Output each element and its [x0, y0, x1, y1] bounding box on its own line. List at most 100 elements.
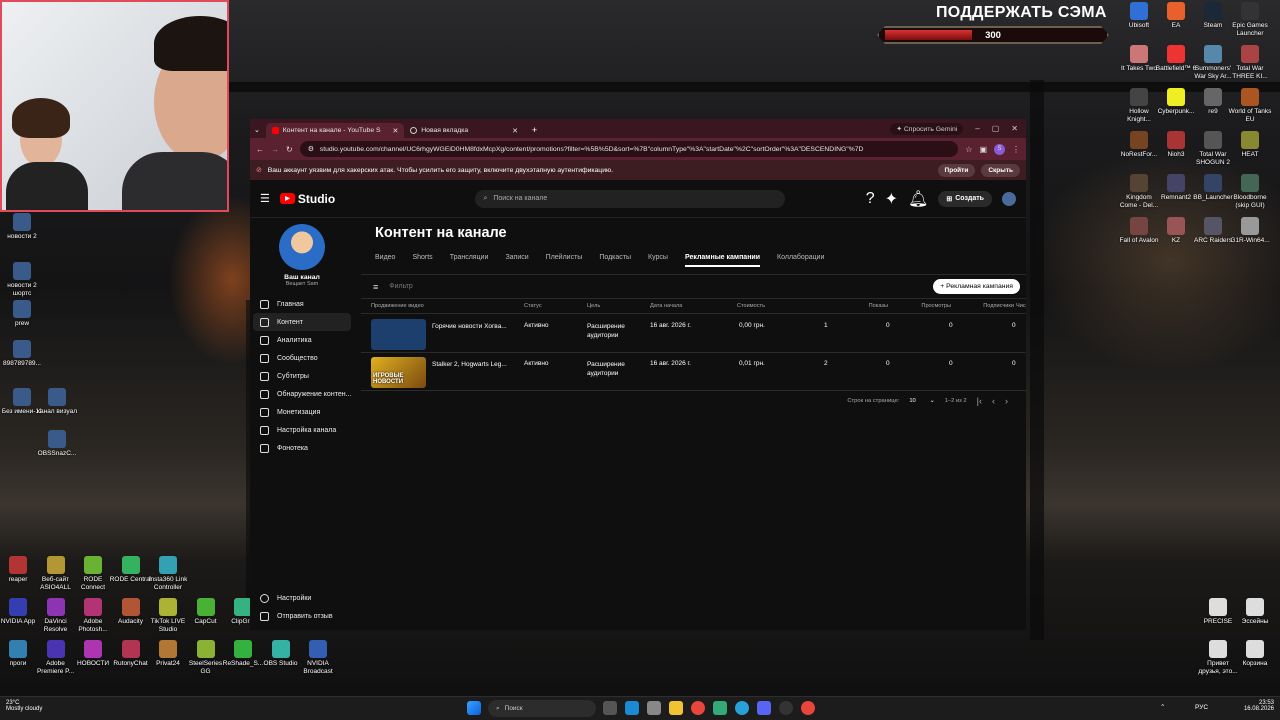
campaign-row[interactable]: Горячие новости Хогва... Активно Расширени…: [361, 315, 1026, 353]
column-header[interactable]: Показы: [869, 303, 888, 309]
column-header[interactable]: Цель: [587, 303, 600, 309]
channel-search-input[interactable]: ⌕ Поиск на канале: [475, 189, 786, 208]
column-header[interactable]: Стоимость: [737, 303, 765, 309]
desktop-icon-rb-3[interactable]: Корзина: [1233, 640, 1277, 668]
minimize-icon[interactable]: –: [975, 124, 979, 133]
studio-logo[interactable]: ▶ Studio: [279, 192, 335, 206]
column-header[interactable]: Продвижение видео: [371, 303, 424, 309]
desktop-icon-15[interactable]: HEAT: [1228, 131, 1272, 159]
nav-analytics[interactable]: Аналитика: [250, 331, 354, 349]
video-thumbnail[interactable]: [371, 319, 426, 350]
task-view-icon[interactable]: [603, 701, 617, 715]
desktop-icon-7[interactable]: Total War THREE KI...: [1228, 45, 1272, 81]
back-icon[interactable]: ←: [256, 145, 264, 154]
warning-hide-button[interactable]: Скрыть: [981, 163, 1020, 177]
nav-feedback[interactable]: Отправить отзыв: [250, 607, 354, 625]
filter-icon[interactable]: ≡: [373, 282, 378, 292]
chrome2-taskbar-icon[interactable]: [801, 701, 815, 715]
weather-widget[interactable]: 23°C Mostly cloudy: [6, 700, 42, 712]
notifications-icon[interactable]: 🔔︎: [908, 189, 928, 209]
tab-6[interactable]: Курсы: [648, 254, 668, 267]
create-button[interactable]: ⊞ Создать: [938, 190, 992, 207]
tab-7[interactable]: Рекламные кампании: [684, 254, 761, 267]
add-campaign-button[interactable]: + Рекламная кампания: [933, 279, 1020, 294]
column-header[interactable]: Статус: [524, 303, 542, 309]
rows-per-page-select[interactable]: 10 ⌄: [909, 398, 934, 404]
tab-5[interactable]: Подкасты: [599, 254, 631, 267]
nav-home[interactable]: Главная: [250, 295, 354, 313]
explorer-icon[interactable]: [669, 701, 683, 715]
url-input[interactable]: ⚙ studio.youtube.com/channel/UC6rhgyWGEiD…: [299, 141, 959, 157]
tab-2[interactable]: Трансляции: [450, 254, 489, 267]
language-indicator[interactable]: РУС: [1195, 704, 1208, 711]
filter-input[interactable]: Фильтр: [389, 283, 413, 290]
tray-chevron-icon[interactable]: ⌃: [1160, 703, 1165, 711]
column-header[interactable]: Подписчики: [983, 303, 1014, 309]
desktop-icon-left-2[interactable]: prew: [0, 300, 44, 328]
sparkle-icon[interactable]: ✦: [885, 189, 898, 209]
desktop-icon-19[interactable]: Bloodborne (skip GUI): [1228, 174, 1272, 210]
close-window-icon[interactable]: ✕: [1011, 124, 1018, 133]
nav-audio-library[interactable]: Фонотека: [250, 439, 354, 457]
profile-avatar[interactable]: S: [994, 143, 1005, 155]
channel-avatar[interactable]: [279, 224, 325, 270]
desktop-icon-left-3[interactable]: 898789789...: [0, 340, 44, 368]
help-icon[interactable]: ?: [866, 190, 875, 208]
desktop-icon-left-1[interactable]: новости 2 шортс: [0, 262, 44, 298]
new-tab-icon[interactable]: +: [532, 125, 537, 135]
desktop-icon-rb-1[interactable]: Эссейны: [1233, 598, 1277, 626]
column-header[interactable]: Дата начала: [650, 303, 682, 309]
nav-monetization[interactable]: Монетизация: [250, 403, 354, 421]
nav-customization[interactable]: Настройка канала: [250, 421, 354, 439]
video-title[interactable]: Stalker 2, Hogwarts Leg...: [432, 361, 507, 368]
discord-icon[interactable]: [757, 701, 771, 715]
tab-list-icon[interactable]: ⌄: [254, 126, 260, 134]
video-title[interactable]: Горячие новости Хогва...: [432, 323, 507, 330]
next-page-icon[interactable]: ›: [1005, 396, 1008, 406]
desktop-icon-3[interactable]: Epic Games Launcher: [1228, 2, 1272, 38]
campaign-row[interactable]: ИГРОВЫЕ НОВОСТИ Stalker 2, Hogwarts Leg..…: [361, 353, 1026, 391]
prev-page-icon[interactable]: ‹: [992, 396, 995, 406]
maximize-icon[interactable]: ▢: [992, 124, 1000, 133]
telegram-icon[interactable]: [735, 701, 749, 715]
desktop-icon-11[interactable]: World of Tanks EU: [1228, 88, 1272, 124]
nav-content[interactable]: Контент: [253, 313, 351, 331]
first-page-icon[interactable]: |‹: [977, 396, 982, 406]
desktop-icon-bottom-4[interactable]: Insta360 Link Controller: [146, 556, 190, 592]
nav-community[interactable]: Сообщество: [250, 349, 354, 367]
tab-close-icon[interactable]: ✕: [512, 127, 518, 135]
ask-gemini-button[interactable]: ✦ Спросить Gemini: [890, 122, 964, 135]
video-thumbnail[interactable]: ИГРОВЫЕ НОВОСТИ: [371, 357, 426, 388]
bookmark-icon[interactable]: ☆: [965, 145, 972, 154]
desktop-icon-bottom-20[interactable]: NVIDIA Broadcast: [296, 640, 340, 676]
hamburger-icon[interactable]: ☰: [260, 192, 270, 205]
taskbar-search[interactable]: ⌕ Поиск: [488, 700, 596, 717]
forward-icon[interactable]: →: [271, 145, 279, 154]
account-avatar[interactable]: [1002, 191, 1016, 206]
desktop-icon-left-5[interactable]: канал визуал: [35, 388, 79, 416]
tab-8[interactable]: Коллаборации: [777, 254, 824, 267]
edge-icon[interactable]: [625, 701, 639, 715]
tab-studio[interactable]: Контент на канале - YouTube S ✕: [265, 123, 405, 138]
tab-1[interactable]: Shorts: [412, 254, 432, 267]
column-header[interactable]: Просмотры: [921, 303, 951, 309]
extensions-icon[interactable]: ▣: [979, 145, 987, 154]
tab-new[interactable]: Новая вкладка ✕: [404, 123, 524, 138]
desktop-icon-left-6[interactable]: OBSSnazC...: [35, 430, 79, 458]
desktop-icon-left-0[interactable]: новости 2: [0, 213, 44, 241]
steam-taskbar-icon[interactable]: [647, 701, 661, 715]
tab-close-icon[interactable]: ✕: [393, 127, 399, 135]
clock[interactable]: 23:53 16.08.2026: [1244, 700, 1274, 712]
nav-discovery[interactable]: Обнаружение контен...: [250, 385, 354, 403]
obs-taskbar-icon[interactable]: [779, 701, 793, 715]
desktop-icon-23[interactable]: G1R-Win64...: [1228, 217, 1272, 245]
column-header[interactable]: Число последующ...: [1016, 303, 1026, 309]
app-taskbar-icon[interactable]: [713, 701, 727, 715]
chrome-taskbar-icon[interactable]: [691, 701, 705, 715]
nav-subtitles[interactable]: Субтитры: [250, 367, 354, 385]
tab-4[interactable]: Плейлисты: [546, 254, 583, 267]
tab-0[interactable]: Видео: [375, 254, 395, 267]
menu-icon[interactable]: ⋮: [1012, 145, 1020, 154]
site-info-icon[interactable]: ⚙: [308, 145, 314, 153]
nav-settings[interactable]: Настройки: [250, 589, 354, 607]
